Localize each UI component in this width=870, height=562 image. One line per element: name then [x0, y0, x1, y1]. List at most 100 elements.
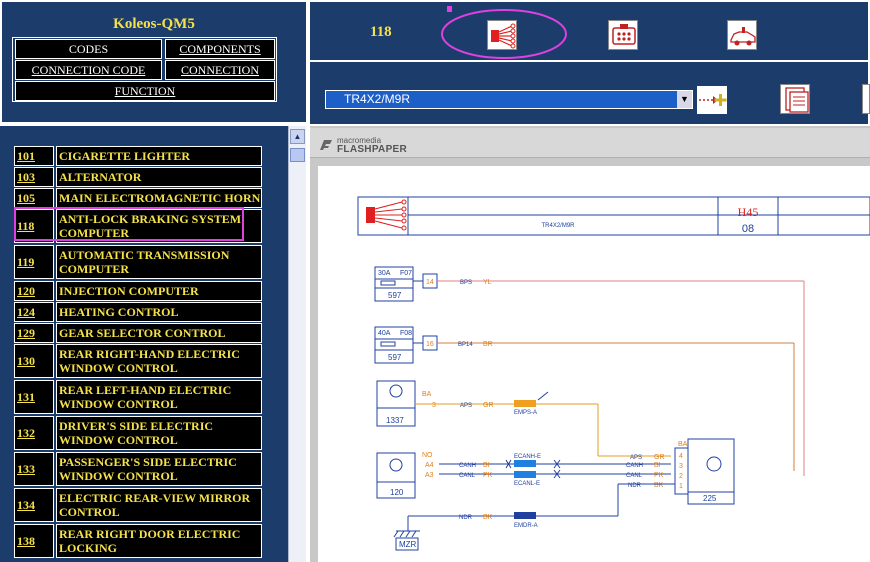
ecu-box: 225	[703, 494, 717, 503]
sensor1-pin: BA	[422, 391, 432, 398]
can-l-label: CANL	[459, 473, 476, 479]
sensor1-box: 1337	[386, 416, 404, 425]
connector-emps-a	[514, 400, 536, 407]
connector-canh-code: ECANH-E	[514, 454, 541, 460]
ecu-wire-color-pk: PK	[654, 472, 664, 479]
connection-button[interactable]: CONNECTION	[165, 60, 275, 80]
wire2-color: BR	[483, 341, 493, 348]
connector-ecanl-e	[514, 471, 536, 478]
connector3-code: EMPS-A	[514, 410, 537, 416]
scrollbar-thumb[interactable]	[290, 148, 305, 162]
fuse2-pin: 16	[426, 341, 434, 348]
fuse2-code: F08	[400, 330, 412, 337]
chevron-down-icon[interactable]: ▼	[677, 91, 692, 108]
ecu-pin-1: 1	[679, 483, 683, 490]
component-code-link[interactable]: 132	[14, 416, 54, 450]
highlight-ellipse	[441, 9, 567, 59]
ground-wire-color: BK	[483, 514, 493, 521]
component-code-link[interactable]: 120	[14, 281, 54, 301]
ground-connector-code: EMDR-A	[514, 523, 538, 529]
component-code-link[interactable]: 105	[14, 188, 54, 208]
component-label: REAR LEFT-HAND ELECTRIC WINDOW CONTROL	[56, 380, 262, 414]
component-code-link[interactable]: 134	[14, 488, 54, 522]
diagram-sub-code: 08	[742, 223, 754, 235]
flashpaper-logo-line2: FLASHPAPER	[337, 144, 408, 155]
wire1-color: YL	[483, 279, 492, 286]
wire3-code: APS	[460, 403, 472, 409]
component-code-link[interactable]: 138	[14, 524, 54, 558]
ecu-wire-color-bi: BI	[654, 462, 661, 469]
component-code-link[interactable]: 130	[14, 344, 54, 378]
sensor2-box: 120	[390, 488, 404, 497]
connector-canl-code: ECANL-E	[514, 481, 540, 487]
connector-emdr-a	[514, 512, 536, 519]
component-label: ELECTRIC REAR-VIEW MIRROR CONTROL	[56, 488, 262, 522]
components-button[interactable]: COMPONENTS	[165, 39, 275, 59]
component-label: REAR RIGHT DOOR ELECTRIC LOCKING	[56, 524, 262, 558]
partial-toolbar-icon[interactable]	[862, 84, 870, 114]
flashpaper-logo-icon	[320, 140, 332, 150]
ground-label: MZR	[399, 540, 417, 549]
component-code-link[interactable]: 103	[14, 167, 54, 187]
can-h-label: CANH	[459, 463, 476, 469]
component-label: REAR RIGHT-HAND ELECTRIC WINDOW CONTROL	[56, 344, 262, 378]
ground-icon	[393, 530, 420, 538]
fuse1-code: F07	[400, 270, 412, 277]
fuse2-box: 597	[388, 353, 402, 362]
fuse2-rating: 40A	[378, 330, 391, 337]
item-number: 118	[370, 24, 392, 40]
component-label: AUTOMATIC TRANSMISSION COMPUTER	[56, 245, 262, 279]
component-code-link[interactable]: 133	[14, 452, 54, 486]
diagram-variant-label: TR4X2/M9R	[541, 223, 575, 229]
connector-icon[interactable]	[608, 20, 638, 50]
wire3-color: GR	[483, 402, 494, 409]
diagram-code: H45	[738, 205, 759, 219]
sensor1-pinno: 3	[432, 402, 436, 409]
ecu-pin-2: 2	[679, 473, 683, 480]
component-label: GEAR SELECTOR CONTROL	[56, 323, 262, 343]
list-scrollbar[interactable]: ▲	[288, 126, 306, 562]
function-button[interactable]: FUNCTION	[15, 81, 275, 101]
print-diagram-icon[interactable]	[780, 84, 810, 114]
component-code-link[interactable]: 124	[14, 302, 54, 322]
component-label: HEATING CONTROL	[56, 302, 262, 322]
wire2-code: BP14	[458, 342, 473, 348]
component-label: DRIVER'S SIDE ELECTRIC WINDOW CONTROL	[56, 416, 262, 450]
wiring-diagram[interactable]: TR4X2/M9R H45 08 30A F07 597 14 BPS YL 4…	[318, 166, 870, 562]
fuse1-rating: 30A	[378, 270, 391, 277]
add-arrow-icon[interactable]	[697, 86, 727, 114]
fuse1-box: 597	[388, 291, 402, 300]
ecu-wire-color-gr: GR	[654, 454, 665, 461]
component-label: INJECTION COMPUTER	[56, 281, 262, 301]
component-label: ALTERNATOR	[56, 167, 262, 187]
top-toolbar	[310, 0, 870, 62]
ecu-pin-ba: BA	[678, 441, 688, 448]
component-label: MAIN ELECTROMAGNETIC HORN	[56, 188, 262, 208]
component-label: CIGARETTE LIGHTER	[56, 146, 262, 166]
ecu-pin-3: 3	[679, 463, 683, 470]
codes-button[interactable]: CODES	[15, 39, 162, 59]
scroll-up-icon[interactable]: ▲	[290, 129, 305, 144]
car-location-icon[interactable]	[727, 20, 757, 50]
ecu-wire-color-bk: BK	[654, 482, 664, 489]
connection-code-button[interactable]: CONNECTION CODE	[15, 60, 162, 80]
selected-row-highlight	[14, 207, 244, 241]
component-code-link[interactable]: 101	[14, 146, 54, 166]
wire1-code: BPS	[460, 280, 472, 286]
sensor2-a4: A4	[425, 462, 434, 469]
component-code-link[interactable]: 131	[14, 380, 54, 414]
sensor2-pin: NO	[422, 452, 433, 459]
ground-wire-code: NDR	[459, 515, 473, 521]
connector-ecanh-e	[514, 460, 536, 467]
variant-select[interactable]: TR4X2/M9R ▼	[325, 90, 693, 109]
ecu-wire-canl: CANL	[626, 473, 643, 479]
component-label: PASSENGER'S SIDE ELECTRIC WINDOW CONTROL	[56, 452, 262, 486]
ecu-wire-canh: CANH	[626, 463, 643, 469]
sensor2-a3: A3	[425, 472, 434, 479]
component-code-link[interactable]: 129	[14, 323, 54, 343]
ecu-wire-aps: APS	[630, 455, 642, 461]
component-code-link[interactable]: 119	[14, 245, 54, 279]
fuse1-pin: 14	[426, 279, 434, 286]
can-l-color: PK	[483, 472, 493, 479]
can-h-color: BI	[483, 462, 490, 469]
